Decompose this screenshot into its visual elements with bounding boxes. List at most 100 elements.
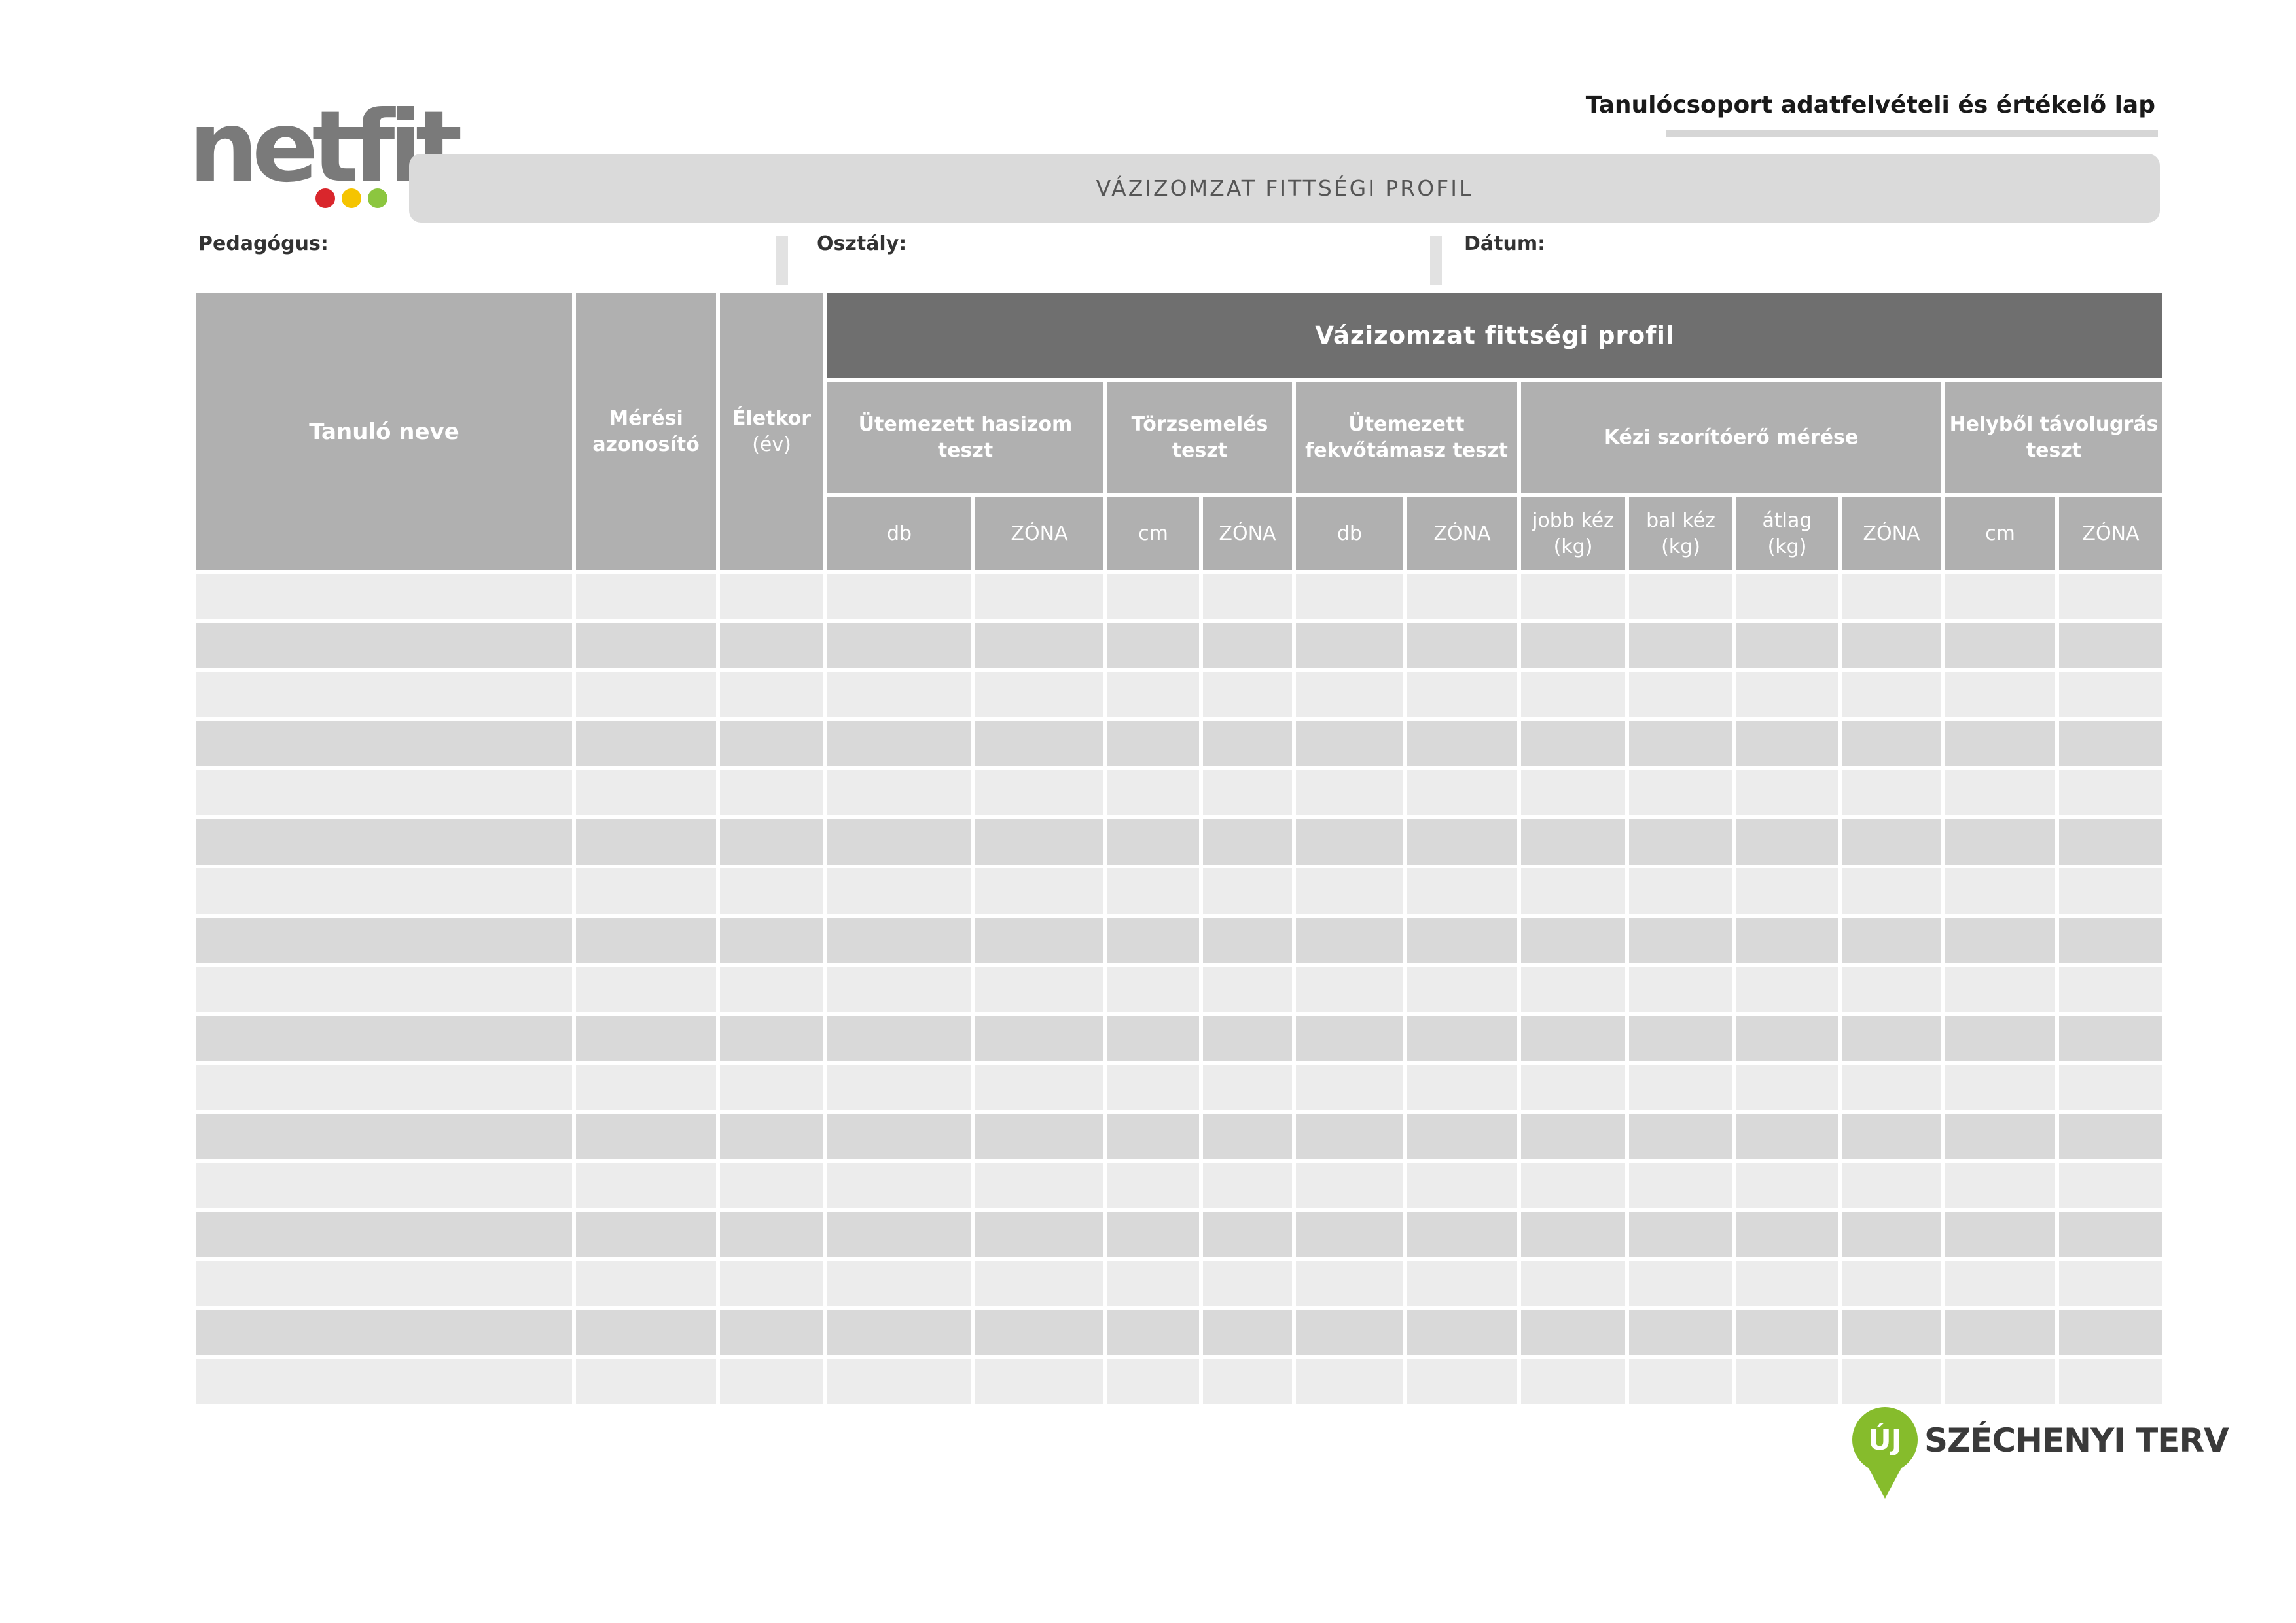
- data-cell[interactable]: [720, 1212, 823, 1257]
- data-cell[interactable]: [1296, 1114, 1403, 1159]
- data-cell[interactable]: [1736, 1065, 1838, 1110]
- data-cell[interactable]: [1842, 623, 1941, 668]
- data-cell[interactable]: [2059, 672, 2162, 717]
- data-cell[interactable]: [1296, 868, 1403, 914]
- data-cell[interactable]: [827, 1359, 971, 1404]
- data-cell[interactable]: [1296, 1310, 1403, 1355]
- data-cell[interactable]: [1842, 868, 1941, 914]
- data-cell[interactable]: [1203, 1359, 1292, 1404]
- data-cell[interactable]: [1842, 1261, 1941, 1306]
- data-cell[interactable]: [576, 1212, 716, 1257]
- data-cell[interactable]: [975, 1310, 1103, 1355]
- data-cell[interactable]: [975, 1016, 1103, 1061]
- data-cell[interactable]: [1629, 819, 1732, 865]
- data-cell[interactable]: [827, 918, 971, 963]
- data-cell[interactable]: [1203, 672, 1292, 717]
- data-cell[interactable]: [2059, 1114, 2162, 1159]
- data-cell[interactable]: [827, 770, 971, 815]
- student-name-cell[interactable]: [196, 1016, 572, 1061]
- data-cell[interactable]: [1203, 1310, 1292, 1355]
- data-cell[interactable]: [1629, 1310, 1732, 1355]
- data-cell[interactable]: [1407, 1261, 1517, 1306]
- data-cell[interactable]: [1407, 1359, 1517, 1404]
- data-cell[interactable]: [1629, 967, 1732, 1012]
- student-name-cell[interactable]: [196, 623, 572, 668]
- data-cell[interactable]: [1842, 1163, 1941, 1208]
- data-cell[interactable]: [1521, 770, 1625, 815]
- student-name-cell[interactable]: [196, 967, 572, 1012]
- data-cell[interactable]: [1296, 1359, 1403, 1404]
- data-cell[interactable]: [720, 623, 823, 668]
- data-cell[interactable]: [1945, 819, 2055, 865]
- data-cell[interactable]: [1736, 1016, 1838, 1061]
- data-cell[interactable]: [1629, 1359, 1732, 1404]
- data-cell[interactable]: [1842, 967, 1941, 1012]
- data-cell[interactable]: [1842, 1065, 1941, 1110]
- data-cell[interactable]: [720, 1310, 823, 1355]
- data-cell[interactable]: [1296, 623, 1403, 668]
- data-cell[interactable]: [1407, 819, 1517, 865]
- data-cell[interactable]: [1203, 918, 1292, 963]
- data-cell[interactable]: [827, 868, 971, 914]
- data-cell[interactable]: [2059, 623, 2162, 668]
- data-cell[interactable]: [720, 574, 823, 619]
- data-cell[interactable]: [1629, 672, 1732, 717]
- data-cell[interactable]: [827, 1310, 971, 1355]
- data-cell[interactable]: [1842, 1359, 1941, 1404]
- data-cell[interactable]: [576, 623, 716, 668]
- data-cell[interactable]: [1203, 574, 1292, 619]
- data-cell[interactable]: [1736, 1212, 1838, 1257]
- data-cell[interactable]: [1842, 770, 1941, 815]
- data-cell[interactable]: [1945, 1016, 2055, 1061]
- data-cell[interactable]: [1842, 672, 1941, 717]
- data-cell[interactable]: [1629, 623, 1732, 668]
- data-cell[interactable]: [1296, 1065, 1403, 1110]
- data-cell[interactable]: [1521, 1261, 1625, 1306]
- data-cell[interactable]: [1407, 1212, 1517, 1257]
- data-cell[interactable]: [1107, 1114, 1199, 1159]
- data-cell[interactable]: [1736, 721, 1838, 766]
- data-cell[interactable]: [827, 1114, 971, 1159]
- data-cell[interactable]: [975, 967, 1103, 1012]
- data-cell[interactable]: [1629, 918, 1732, 963]
- data-cell[interactable]: [1407, 721, 1517, 766]
- data-cell[interactable]: [1203, 770, 1292, 815]
- data-cell[interactable]: [827, 623, 971, 668]
- data-cell[interactable]: [1203, 1212, 1292, 1257]
- data-cell[interactable]: [2059, 574, 2162, 619]
- data-cell[interactable]: [1629, 868, 1732, 914]
- data-cell[interactable]: [576, 967, 716, 1012]
- data-cell[interactable]: [1203, 1114, 1292, 1159]
- data-cell[interactable]: [2059, 1065, 2162, 1110]
- data-cell[interactable]: [1736, 574, 1838, 619]
- data-cell[interactable]: [1521, 1163, 1625, 1208]
- data-cell[interactable]: [1842, 918, 1941, 963]
- data-cell[interactable]: [576, 1163, 716, 1208]
- student-name-cell[interactable]: [196, 1065, 572, 1110]
- data-cell[interactable]: [1107, 819, 1199, 865]
- data-cell[interactable]: [1736, 770, 1838, 815]
- data-cell[interactable]: [1945, 1114, 2055, 1159]
- data-cell[interactable]: [1203, 1065, 1292, 1110]
- data-cell[interactable]: [1407, 868, 1517, 914]
- data-cell[interactable]: [1407, 770, 1517, 815]
- data-cell[interactable]: [1296, 721, 1403, 766]
- data-cell[interactable]: [1629, 1065, 1732, 1110]
- data-cell[interactable]: [1736, 623, 1838, 668]
- data-cell[interactable]: [1945, 770, 2055, 815]
- data-cell[interactable]: [720, 1065, 823, 1110]
- data-cell[interactable]: [1521, 819, 1625, 865]
- data-cell[interactable]: [1521, 574, 1625, 619]
- data-cell[interactable]: [1203, 721, 1292, 766]
- data-cell[interactable]: [1629, 1016, 1732, 1061]
- data-cell[interactable]: [1521, 721, 1625, 766]
- data-cell[interactable]: [1203, 868, 1292, 914]
- data-cell[interactable]: [1736, 1114, 1838, 1159]
- data-cell[interactable]: [576, 819, 716, 865]
- data-cell[interactable]: [1945, 918, 2055, 963]
- data-cell[interactable]: [827, 819, 971, 865]
- data-cell[interactable]: [1296, 1163, 1403, 1208]
- data-cell[interactable]: [2059, 819, 2162, 865]
- data-cell[interactable]: [827, 1065, 971, 1110]
- data-cell[interactable]: [1407, 1114, 1517, 1159]
